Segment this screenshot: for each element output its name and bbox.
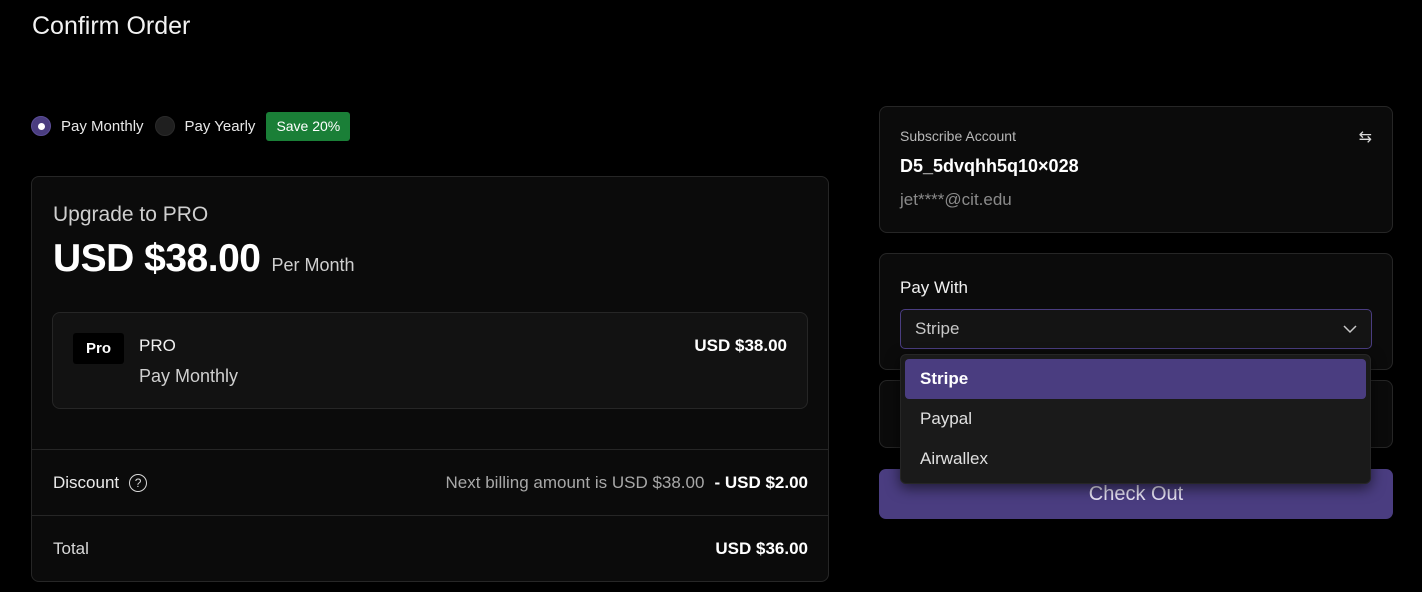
item-cycle: Pay Monthly [139,366,239,386]
pay-monthly-radio[interactable] [31,116,51,136]
account-id: D5_5dvqhh5q10×028 [900,156,1079,176]
page-title: Confirm Order [32,12,191,40]
discount-amount: - USD $2.00 [714,473,808,492]
payment-option-airwallex[interactable]: Airwallex [905,439,1366,479]
item-name: PRO [139,336,176,355]
price-amount: USD $38.00 [53,237,261,280]
chevron-down-icon [1343,325,1357,334]
billing-toggle: Pay Monthly Pay Yearly Save 20% [31,111,351,141]
price-row: USD $38.00 Per Month [53,237,355,281]
payment-option-stripe[interactable]: Stripe [905,359,1366,399]
order-summary-card: Upgrade to PRO USD $38.00 Per Month Pro … [31,176,829,582]
total-amount: USD $36.00 [715,539,808,558]
divider [32,515,828,516]
next-billing-text: Next billing amount is USD $38.00 [445,473,705,492]
pay-yearly-radio[interactable] [154,116,175,136]
item-price: USD $38.00 [694,336,787,355]
account-email: jet****@cit.edu [900,190,1012,209]
price-period: Per Month [271,255,355,275]
discount-left: Discount ? [53,473,148,493]
subscribe-account-panel: Subscribe Account ⇆ D5_5dvqhh5q10×028 je… [879,106,1393,233]
pay-yearly-option[interactable]: Pay Yearly [154,116,256,136]
pay-yearly-label: Pay Yearly [184,117,256,135]
payment-method-dropdown: Stripe Paypal Airwallex [900,354,1371,484]
discount-label: Discount [53,473,120,492]
discount-row: Discount ? Next billing amount is USD $3… [53,470,808,496]
divider [32,449,828,450]
total-row: Total USD $36.00 [53,536,808,562]
payment-method-select[interactable]: Stripe [900,309,1372,349]
account-title: Subscribe Account [900,128,1016,144]
save-badge: Save 20% [266,111,351,141]
pro-badge: Pro [73,333,124,364]
pay-with-panel: Pay With Stripe [879,253,1393,370]
swap-account-icon[interactable]: ⇆ [1359,127,1372,147]
payment-option-paypal[interactable]: Paypal [905,399,1366,439]
total-label: Total [53,539,89,558]
payment-method-value: Stripe [915,319,960,338]
discount-right: Next billing amount is USD $38.00 - USD … [446,473,808,493]
pay-with-title: Pay With [900,278,969,297]
pay-monthly-label: Pay Monthly [61,117,144,135]
pay-monthly-option[interactable]: Pay Monthly [31,116,144,136]
plan-heading: Upgrade to PRO [53,203,209,226]
order-item: Pro PRO Pay Monthly USD $38.00 [52,312,808,409]
help-icon[interactable]: ? [129,474,148,492]
